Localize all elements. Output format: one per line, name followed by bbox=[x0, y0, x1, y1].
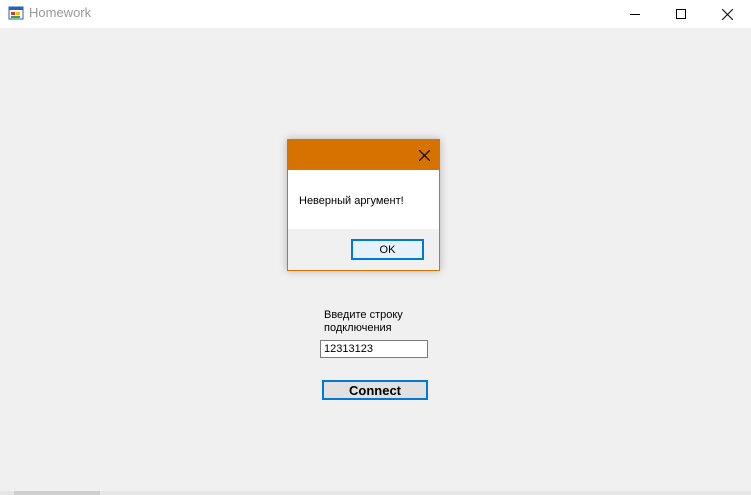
taskbar-item[interactable] bbox=[14, 491, 100, 495]
close-icon bbox=[721, 8, 733, 20]
window-close-button[interactable] bbox=[704, 0, 750, 28]
connect-button[interactable]: Connect bbox=[322, 380, 428, 400]
close-icon bbox=[418, 149, 430, 161]
taskbar-strip bbox=[0, 491, 751, 495]
minimize-icon bbox=[630, 14, 640, 15]
window-title: Homework bbox=[29, 5, 92, 20]
title-bar[interactable]: Homework bbox=[0, 0, 751, 28]
maximize-icon bbox=[676, 9, 686, 19]
minimize-button[interactable] bbox=[612, 0, 658, 28]
maximize-button[interactable] bbox=[658, 0, 704, 28]
message-box-title-bar[interactable] bbox=[288, 140, 439, 170]
connection-string-label: Введите строку подключения bbox=[324, 309, 403, 334]
app-window: Homework Введите строку подключения Conn… bbox=[0, 0, 751, 495]
message-box-footer: OK bbox=[288, 229, 439, 270]
message-box-close-button[interactable] bbox=[415, 146, 433, 164]
connection-string-input[interactable] bbox=[320, 340, 428, 358]
app-icon bbox=[8, 5, 24, 21]
message-box-text: Неверный аргумент! bbox=[299, 195, 404, 207]
ok-button[interactable]: OK bbox=[351, 239, 424, 260]
message-box: Неверный аргумент! OK bbox=[287, 139, 440, 271]
